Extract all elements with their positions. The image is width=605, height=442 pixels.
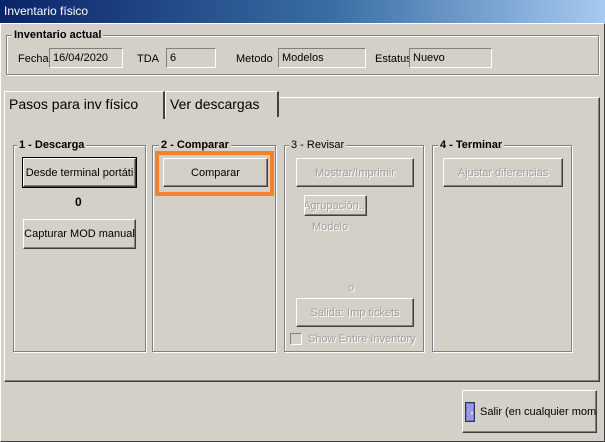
window-titlebar: Inventario físico xyxy=(0,0,605,23)
grouping-value: Modelo xyxy=(312,221,349,233)
fecha-field[interactable]: 16/04/2020 xyxy=(49,48,123,68)
current-inventory-title: Inventario actual xyxy=(12,29,104,42)
terminal-download-button[interactable]: Desde terminal portáti xyxy=(22,157,137,188)
estatus-field[interactable]: Nuevo xyxy=(409,48,492,68)
step-revisar-title: 3 - Revisar xyxy=(289,139,347,152)
exit-door-icon xyxy=(465,401,475,422)
compare-button[interactable]: Comparar xyxy=(163,158,268,187)
show-entire-label: Show Entire Inventory xyxy=(308,333,416,345)
show-entire-checkbox[interactable] xyxy=(290,333,302,345)
exit-button[interactable]: Salir (en cualquier momento) xyxy=(462,390,597,433)
manual-capture-button[interactable]: Capturar MOD manual xyxy=(23,219,136,249)
or-label: o xyxy=(348,282,355,294)
download-count: 0 xyxy=(75,195,82,209)
window-title: Inventario físico xyxy=(4,4,89,18)
tda-field[interactable]: 6 xyxy=(166,48,216,68)
tab-ver-descargas[interactable]: Ver descargas xyxy=(165,91,279,117)
adjust-differences-button[interactable]: Ajustar diferencias xyxy=(443,158,563,187)
metodo-label: Metodo xyxy=(236,53,273,65)
estatus-label: Estatus xyxy=(375,53,412,65)
exit-button-label: Salir (en cualquier momento) xyxy=(480,405,597,418)
step-terminar-title: 4 - Terminar xyxy=(438,139,505,152)
tab-pasos[interactable]: Pasos para inv físico xyxy=(4,91,165,119)
show-print-button[interactable]: Mostrar/Imprimir xyxy=(296,158,414,187)
fecha-label: Fecha xyxy=(18,53,49,65)
tda-label: TDA xyxy=(137,53,159,65)
metodo-field[interactable]: Modelos xyxy=(278,48,366,68)
tickets-button[interactable]: Salida: Imp tickets xyxy=(296,298,414,327)
grouping-button[interactable]: Agrupación... xyxy=(304,195,367,216)
step-descarga-title: 1 - Descarga xyxy=(17,139,87,152)
